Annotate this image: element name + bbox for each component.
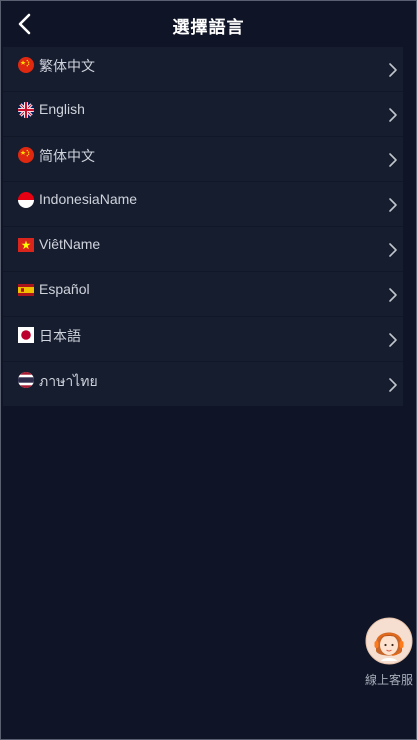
language-item-english[interactable]: English — [3, 92, 403, 137]
app-frame: 選擇語言 繁体中文 English 简体中文 IndonesiaName Viê… — [0, 0, 417, 740]
language-label: 日本語 — [39, 328, 81, 344]
chevron-right-icon — [389, 378, 397, 392]
language-label: 繁体中文 — [39, 58, 95, 74]
language-label: English — [39, 101, 85, 117]
chevron-right-icon — [389, 243, 397, 257]
japan-flag-icon — [18, 327, 34, 343]
language-label: 简体中文 — [39, 148, 95, 164]
chevron-right-icon — [389, 288, 397, 302]
customer-service-avatar-icon — [365, 617, 413, 665]
uk-flag-icon — [18, 102, 34, 118]
online-support-button[interactable]: 線上客服 — [364, 617, 414, 688]
china-flag-icon — [18, 147, 34, 163]
language-label: Español — [39, 281, 90, 297]
language-label: ภาษาไทย — [39, 373, 98, 389]
online-support-label: 線上客服 — [364, 673, 413, 687]
language-item-indonesian[interactable]: IndonesiaName — [3, 182, 403, 227]
language-item-vietnamese[interactable]: ViêtName — [3, 227, 403, 272]
chevron-right-icon — [389, 153, 397, 167]
language-item-thai[interactable]: ภาษาไทย — [3, 362, 403, 406]
thailand-flag-icon — [18, 372, 34, 388]
chevron-right-icon — [389, 198, 397, 212]
language-label: IndonesiaName — [39, 191, 138, 207]
page-title: 選擇語言 — [172, 18, 245, 38]
china-flag-icon — [18, 57, 34, 73]
language-item-traditional-chinese[interactable]: 繁体中文 — [3, 47, 403, 92]
indonesia-flag-icon — [18, 192, 34, 208]
chevron-right-icon — [389, 63, 397, 77]
language-label: ViêtName — [39, 236, 101, 252]
header-bar: 選擇語言 — [1, 1, 416, 47]
language-item-simplified-chinese[interactable]: 简体中文 — [3, 137, 403, 182]
vietnam-flag-icon — [18, 238, 34, 252]
chevron-right-icon — [389, 333, 397, 347]
spain-flag-icon — [18, 284, 34, 296]
chevron-right-icon — [389, 108, 397, 122]
language-list: 繁体中文 English 简体中文 IndonesiaName ViêtName… — [3, 47, 403, 406]
language-item-spanish[interactable]: Español — [3, 272, 403, 317]
language-item-japanese[interactable]: 日本語 — [3, 317, 403, 362]
